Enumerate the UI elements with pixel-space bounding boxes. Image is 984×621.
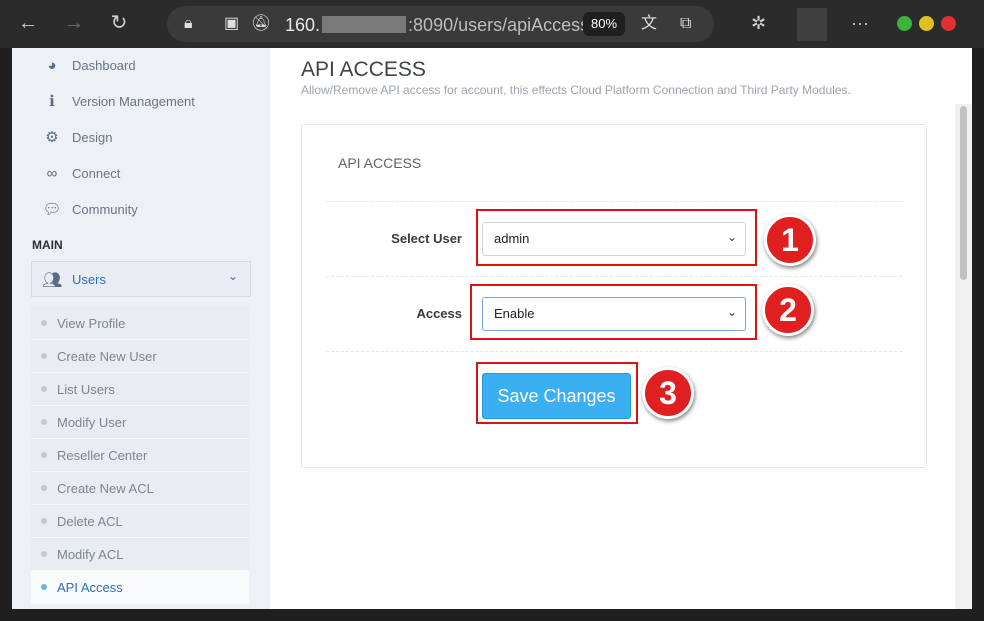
bullet-icon — [41, 419, 47, 425]
url-text[interactable]: 160.:8090/users/apiAccess — [285, 15, 589, 36]
bullet-icon — [41, 353, 47, 359]
web-page: ◕ Dashboard ℹ Version Management ⚙ Design ∞… — [12, 48, 972, 609]
sidebar-item-users[interactable]: 👥︎ Users ⌄ — [31, 261, 251, 297]
notification-blocked-icon[interactable]: 🔕︎ — [251, 14, 271, 34]
page-description: Allow/Remove API access for account, thi… — [301, 83, 851, 97]
sidebar-sub-view-profile[interactable]: View Profile — [31, 307, 249, 340]
step-badge-3: 3 — [642, 367, 694, 419]
step-badge-2: 2 — [762, 284, 814, 336]
sidebar-sub-list-users[interactable]: List Users — [31, 373, 249, 406]
minimize-button[interactable] — [897, 16, 912, 31]
scrollbar[interactable] — [955, 104, 972, 609]
sidebar-sub-api-access[interactable]: API Access — [31, 571, 249, 604]
dashboard-icon: ◕ — [47, 57, 57, 74]
sidebar-sub-delete-acl[interactable]: Delete ACL — [31, 505, 249, 538]
info-icon: ℹ — [49, 93, 55, 110]
sidebar-sub-modify-acl[interactable]: Modify ACL — [31, 538, 249, 571]
sidebar-section-title: MAIN — [32, 238, 63, 252]
scrollbar-thumb[interactable] — [960, 106, 967, 280]
step-badge-1: 1 — [764, 214, 816, 266]
card-title: API ACCESS — [338, 155, 422, 171]
profile-button[interactable] — [797, 8, 827, 41]
access-label: Access — [416, 306, 462, 321]
browser-toolbar: ← → ↻ 🔒︎ ▣ 🔕︎ 160.:8090/users/apiAccess … — [0, 0, 984, 48]
sidebar-sub-reseller-center[interactable]: Reseller Center — [31, 439, 249, 472]
lock-icon[interactable]: 🔒︎ — [184, 14, 193, 34]
link-icon: ∞ — [46, 165, 58, 182]
close-window-button[interactable] — [941, 16, 956, 31]
refresh-icon[interactable]: ↻ — [106, 10, 132, 36]
divider — [326, 351, 902, 352]
more-icon[interactable]: ··· — [851, 12, 869, 34]
bullet-icon — [41, 551, 47, 557]
users-icon: 👥︎ — [42, 272, 63, 289]
translate-icon[interactable]: 文 — [641, 14, 657, 34]
highlight-box-select-user — [476, 209, 757, 266]
bullet-icon — [41, 518, 47, 524]
gear-icon: ⚙ — [45, 129, 59, 146]
extensions-icon[interactable]: ✲ — [751, 12, 766, 34]
address-bar[interactable]: 🔒︎ ▣ 🔕︎ 160.:8090/users/apiAccess 80% 文 … — [167, 6, 714, 42]
maximize-button[interactable] — [919, 16, 934, 31]
divider — [326, 276, 902, 277]
sidebar-item-connect[interactable]: ∞ Connect — [42, 159, 121, 189]
highlight-box-save — [476, 362, 638, 424]
collections-icon[interactable]: ⧉ — [680, 14, 691, 34]
forward-icon[interactable]: → — [61, 10, 87, 36]
sidebar-sub-create-new-user[interactable]: Create New User — [31, 340, 249, 373]
page-title: API ACCESS — [301, 58, 426, 81]
sidebar: ◕ Dashboard ℹ Version Management ⚙ Design ∞… — [12, 48, 270, 609]
sidebar-sub-modify-user[interactable]: Modify User — [31, 406, 249, 439]
sidebar-item-version-management[interactable]: ℹ Version Management — [42, 87, 195, 117]
sidebar-sub-create-new-acl[interactable]: Create New ACL — [31, 472, 249, 505]
chat-icon: 💬︎ — [42, 201, 62, 218]
bullet-icon — [41, 485, 47, 491]
reader-icon[interactable]: ▣ — [224, 14, 239, 34]
zoom-level[interactable]: 80% — [583, 12, 625, 36]
chevron-down-icon: ⌄ — [227, 269, 238, 283]
bullet-icon — [41, 386, 47, 392]
bullet-icon — [41, 320, 47, 326]
redacted-ip — [322, 16, 407, 33]
bullet-icon — [41, 584, 47, 590]
bullet-icon — [41, 452, 47, 458]
select-user-label: Select User — [391, 231, 462, 246]
highlight-box-access — [470, 284, 757, 340]
sidebar-item-community[interactable]: 💬︎ Community — [42, 195, 137, 225]
back-icon[interactable]: ← — [15, 10, 41, 36]
sidebar-item-design[interactable]: ⚙ Design — [42, 123, 112, 153]
divider — [326, 201, 902, 202]
sidebar-item-dashboard[interactable]: ◕ Dashboard — [42, 51, 135, 81]
